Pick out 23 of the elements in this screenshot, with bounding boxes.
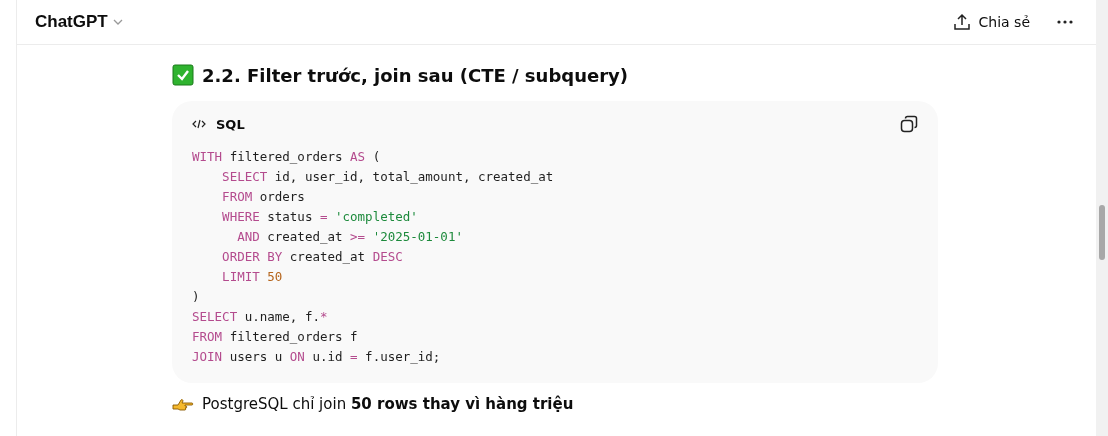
check-mark-icon	[172, 64, 194, 86]
share-button[interactable]: Chia sẻ	[946, 9, 1036, 35]
code-line: SELECT id, user_id, total_amount, created_at	[221, 168, 554, 186]
model-selector[interactable]: ChatGPT	[35, 12, 124, 32]
code-line: WHERE status = 'completed'	[221, 208, 418, 226]
pointing-hand-icon	[172, 396, 194, 412]
code-line: SELECT u.name, f.*	[192, 308, 328, 326]
code-language: SQL	[216, 116, 245, 132]
note-text: PostgreSQL chỉ join 50 rows thay vì hàng triệu	[202, 395, 574, 413]
code-line: ORDER BY created_at DESC	[221, 248, 403, 266]
code-line: WITH filtered_orders AS (	[192, 148, 381, 166]
section-heading: 2.2. Filter trước, join sau (CTE / subquery)	[202, 64, 629, 86]
code-line: )	[192, 288, 200, 306]
share-icon	[952, 13, 971, 31]
code-line: AND created_at >= '2025-01-01'	[236, 228, 463, 246]
copy-icon[interactable]	[900, 115, 918, 133]
more-icon	[1056, 19, 1074, 25]
scrollbar[interactable]	[1096, 0, 1108, 436]
code-line: FROM filtered_orders f	[192, 328, 358, 346]
code-line: FROM orders	[221, 188, 305, 206]
code-icon	[192, 119, 206, 129]
code-line: LIMIT 50	[221, 268, 283, 286]
code-line: JOIN users u ON u.id = f.user_id;	[192, 348, 441, 366]
